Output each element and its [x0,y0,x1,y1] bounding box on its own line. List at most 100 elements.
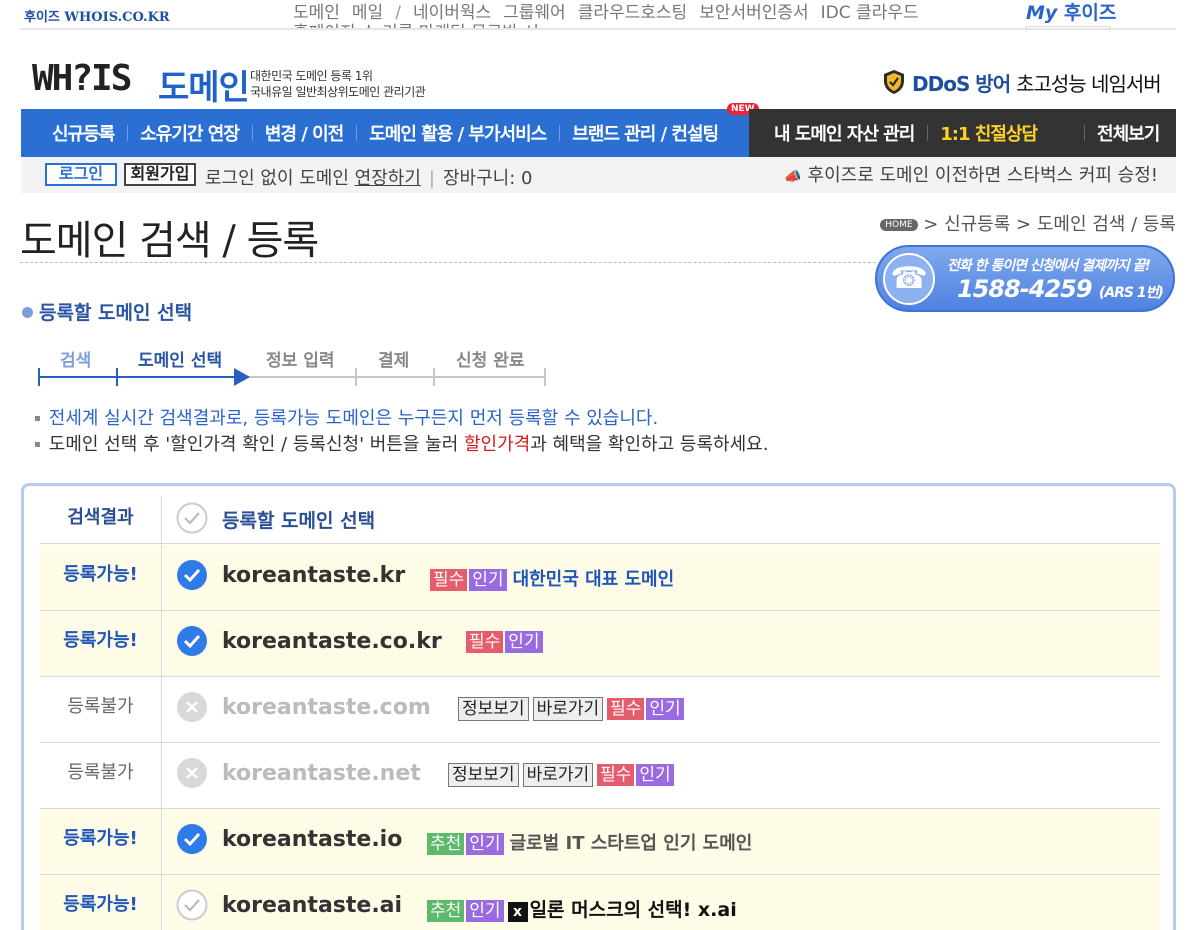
login-button[interactable]: 로그인 [45,163,117,186]
search-results-box: 검색결과 등록할 도메인 선택 등록가능! koreantaste.kr 필수 인… [21,483,1176,930]
promo-text: 후이즈로 도메인 이전하면 스타벅스 커피 승정! [807,165,1158,186]
result-row-kr: 등록가능! koreantaste.kr 필수 인기 대한민국 대표 도메인 [40,545,1160,611]
step-tick [38,368,40,386]
result-row-co-kr: 등록가능! koreantaste.co.kr 필수 인기 [40,611,1160,677]
domain-name: koreantaste.kr [222,563,406,588]
site-brand-link[interactable]: 후이즈 WHOIS.CO.KR [24,6,170,25]
top-utility-bar: 후이즈 WHOIS.CO.KR 도메인 메일 / 네이버웍스 그룹웨어 클라우드호스팅 보안… [20,0,1176,32]
domain-name: koreantaste.io [222,827,403,852]
logo-korean: 도메인 [158,68,250,108]
tagline-line-1: 대한민국 도메인 등록 1위 [250,69,373,83]
tag-recommended: 추천 [427,900,465,922]
promo-link[interactable]: 📣 후이즈로 도메인 이전하면 스타벅스 커피 승정! [784,161,1158,187]
unchecked-checkbox-icon[interactable] [176,889,208,921]
section-heading-text: 등록할 도메인 선택 [39,302,193,324]
login-bar: 로그인 회원가입 로그인 없이 도메인 연장하기 | 장바구니: 0 📣 후이즈로 도… [21,157,1176,193]
result-row-com: 등록불가 koreantaste.com 정보보기 바로가기 필수 인기 [40,677,1160,743]
note-2-part-b: 과 혜택을 확인하고 등록하세요. [530,434,769,455]
phone-order-banner[interactable]: ☎ 전화 한 통이면 신청에서 결제까지 끝! 1588-4259 (ARS 1… [875,245,1175,312]
nav-addon-services[interactable]: 도메인 활용 / 부가서비스 [356,120,559,146]
tag-popular: 인기 [505,631,543,653]
step-search: 검색 [60,351,92,371]
phone-ars: (ARS 1번) [1098,285,1164,301]
phone-number: 1588-4259 (ARS 1번) [957,275,1164,303]
checked-checkbox-icon[interactable] [176,625,208,657]
ddos-banner[interactable]: DDoS 방어 초고성능 네임서버 [882,68,1162,97]
row-status: 등록가능! [40,809,162,875]
top-menu: 도메인메일/네이버웍스그룹웨어클라우드호스팅보안서버인증서IDC 클라우드 홈페… [293,0,993,28]
bullet-icon [22,307,33,318]
progress-steps: 검색 도메인 선택 정보 입력 결제 신청 완료 [38,346,548,388]
tag-popular: 인기 [466,833,504,855]
nav-view-all[interactable]: 전체보기 [1084,120,1172,146]
nav-transfer[interactable]: 변경 / 이전 [251,120,356,146]
signup-button[interactable]: 회원가입 [124,163,196,186]
checked-checkbox-icon[interactable] [176,559,208,591]
row-extras: 필수 인기 대한민국 대표 도메인 [430,565,674,591]
progress-arrow-icon [234,368,250,386]
renew-link[interactable]: 연장하기 [355,168,421,189]
renew-text: 로그인 없이 도메인 [205,168,355,189]
visit-site-button[interactable]: 바로가기 [532,697,604,721]
my-whois-link[interactable]: My 후이즈 [1026,0,1116,26]
result-row-io: 등록가능! koreantaste.io 추천 인기 글로벌 IT 스타트업 인기 … [40,809,1160,875]
note-2-part-a: 도메인 선택 후 '할인가격 확인 / 등록신청' 버튼을 눌러 [48,434,464,455]
tag-recommended: 추천 [427,833,465,855]
step-info-input: 정보 입력 [266,351,335,371]
results-header: 검색결과 등록할 도메인 선택 [40,496,1160,544]
megaphone-icon: 📣 [784,169,802,185]
shield-icon [884,70,904,94]
nav-my-domain-assets[interactable]: 내 도메인 자산 관리 [749,120,927,146]
row-description: 일론 머스크의 선택! x.ai [529,899,737,921]
breadcrumb: HOME > 신규등록 > 도메인 검색 / 등록 [880,210,1176,236]
domain-name: koreantaste.com [222,695,431,720]
logo-tagline: 대한민국 도메인 등록 1위 국내유일 일반최상위도메인 관리기관 [250,68,426,100]
checked-checkbox-icon[interactable] [176,823,208,855]
unavailable-x-icon [177,692,207,722]
tagline-line-2: 국내유일 일반최상위도메인 관리기관 [250,85,426,99]
row-extras: 추천 인기 x 일론 머스크의 선택! x.ai [427,895,737,922]
result-row-net: 등록불가 koreantaste.net 정보보기 바로가기 필수 인기 [40,743,1160,809]
page-title: 도메인 검색 / 등록 [20,218,319,264]
whois-info-button[interactable]: 정보보기 [458,697,529,721]
row-description: 대한민국 대표 도메인 [512,569,675,590]
tag-popular: 인기 [636,764,674,786]
phone-banner-text: 전화 한 통이면 신청에서 결제까지 끝! [947,258,1151,274]
tag-required: 필수 [597,764,635,786]
breadcrumb-current: 도메인 검색 / 등록 [1036,214,1176,235]
row-extras: 필수 인기 [466,631,545,653]
header-status: 검색결과 [40,496,162,544]
whois-info-button[interactable]: 정보보기 [448,763,519,787]
progress-bar-remaining [238,376,546,378]
breadcrumb-new-registration[interactable]: 신규등록 [944,214,1010,235]
top-menu-overflow-row: 홈페이지 스 기름 마케팅 무료반 시 [293,20,539,28]
note-2-highlight: 할인가격 [464,434,531,455]
select-all-checkbox[interactable] [176,502,208,534]
my-whois-prefix: My [1026,2,1058,24]
visit-site-button[interactable]: 바로가기 [522,763,594,787]
tag-popular: 인기 [469,569,507,591]
row-extras: 추천 인기 글로벌 IT 스타트업 인기 도메인 [427,829,752,855]
row-status: 등록불가 [40,743,162,809]
xai-logo-icon: x [507,902,528,922]
row-status: 등록가능! [40,611,162,677]
home-icon[interactable]: HOME [880,219,918,231]
cart-link[interactable]: 장바구니: 0 [443,168,532,189]
step-payment: 결제 [378,351,410,371]
step-tick [544,368,546,386]
top-menu-cloud-hosting[interactable]: 클라우드호스팅 [578,3,687,23]
nav-new-registration[interactable]: 신규등록 [21,120,127,146]
nav-one-on-one-support[interactable]: 1:1 친절상담 [927,120,1050,146]
nav-dark-section: 내 도메인 자산 관리 1:1 친절상담 전체보기 [749,109,1176,157]
result-row-ai: 등록가능! koreantaste.ai 추천 인기 x 일론 머스크의 선택! x.… [40,875,1160,930]
step-tick [116,368,118,386]
top-menu-idc[interactable]: IDC 클라우드 [821,3,919,23]
note-line-1: 전세계 실시간 검색결과로, 등록가능 도메인은 누구든지 먼저 등록할 수 있… [34,406,768,432]
row-status: 등록불가 [40,677,162,743]
nav-renewal[interactable]: 소유기간 연장 [127,120,252,146]
top-menu-ssl[interactable]: 보안서버인증서 [699,3,808,23]
domain-name: koreantaste.co.kr [222,629,442,654]
logo-latin: WH?IS [32,58,132,99]
nav-brand-consulting[interactable]: 브랜드 관리 / 컨설팅 [559,120,731,146]
ddos-label: DDoS 방어 [912,72,1011,96]
